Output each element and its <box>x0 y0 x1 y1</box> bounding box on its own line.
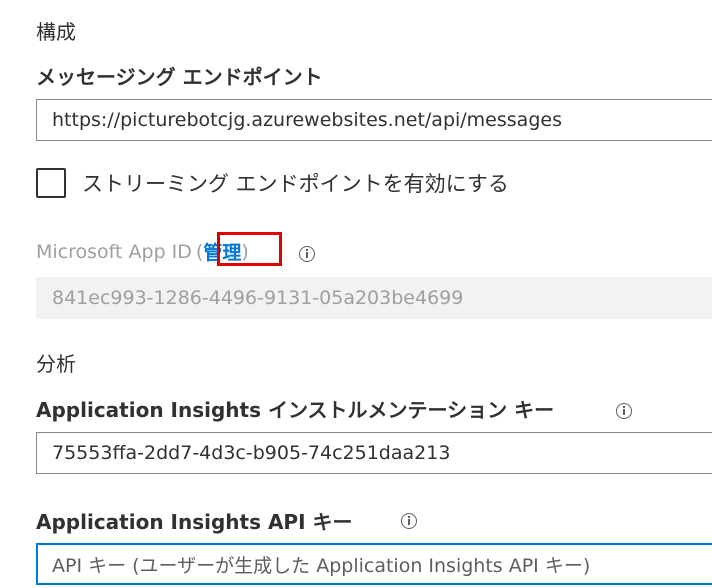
endpoint-input[interactable]: https://picturebotcjg.azurewebsites.net/… <box>36 99 712 141</box>
endpoint-input-value: https://picturebotcjg.azurewebsites.net/… <box>52 109 562 131</box>
instrumentation-input-value: 75553ffa-2dd7-4d3c-b905-74c251daa213 <box>52 442 451 464</box>
streaming-checkbox[interactable] <box>36 168 66 198</box>
app-id-paren-open: ( <box>195 240 204 263</box>
info-icon[interactable] <box>401 512 418 529</box>
app-id-input-value: 841ec993-1286-4496-9131-05a203be4699 <box>52 287 464 309</box>
info-icon[interactable] <box>299 245 315 262</box>
api-key-placeholder: API キー (ユーザーが生成した Application Insights A… <box>52 554 591 577</box>
app-id-input: 841ec993-1286-4496-9131-05a203be4699 <box>36 277 712 319</box>
api-key-label: Application Insights API キー <box>36 510 353 534</box>
streaming-checkbox-label[interactable]: ストリーミング エンドポイントを有効にする <box>82 168 509 198</box>
instrumentation-label: Application Insights インストルメンテーション キー <box>36 398 555 422</box>
api-key-input[interactable]: API キー (ユーザーが生成した Application Insights A… <box>36 543 712 585</box>
config-section-title: 構成 <box>36 20 76 44</box>
app-id-label: Microsoft App ID <box>36 240 192 263</box>
info-icon[interactable] <box>616 402 633 419</box>
instrumentation-input[interactable]: 75553ffa-2dd7-4d3c-b905-74c251daa213 <box>36 432 712 474</box>
analytics-section-title: 分析 <box>36 352 76 376</box>
endpoint-label: メッセージング エンドポイント <box>36 65 323 89</box>
manage-link-highlight <box>217 232 282 266</box>
